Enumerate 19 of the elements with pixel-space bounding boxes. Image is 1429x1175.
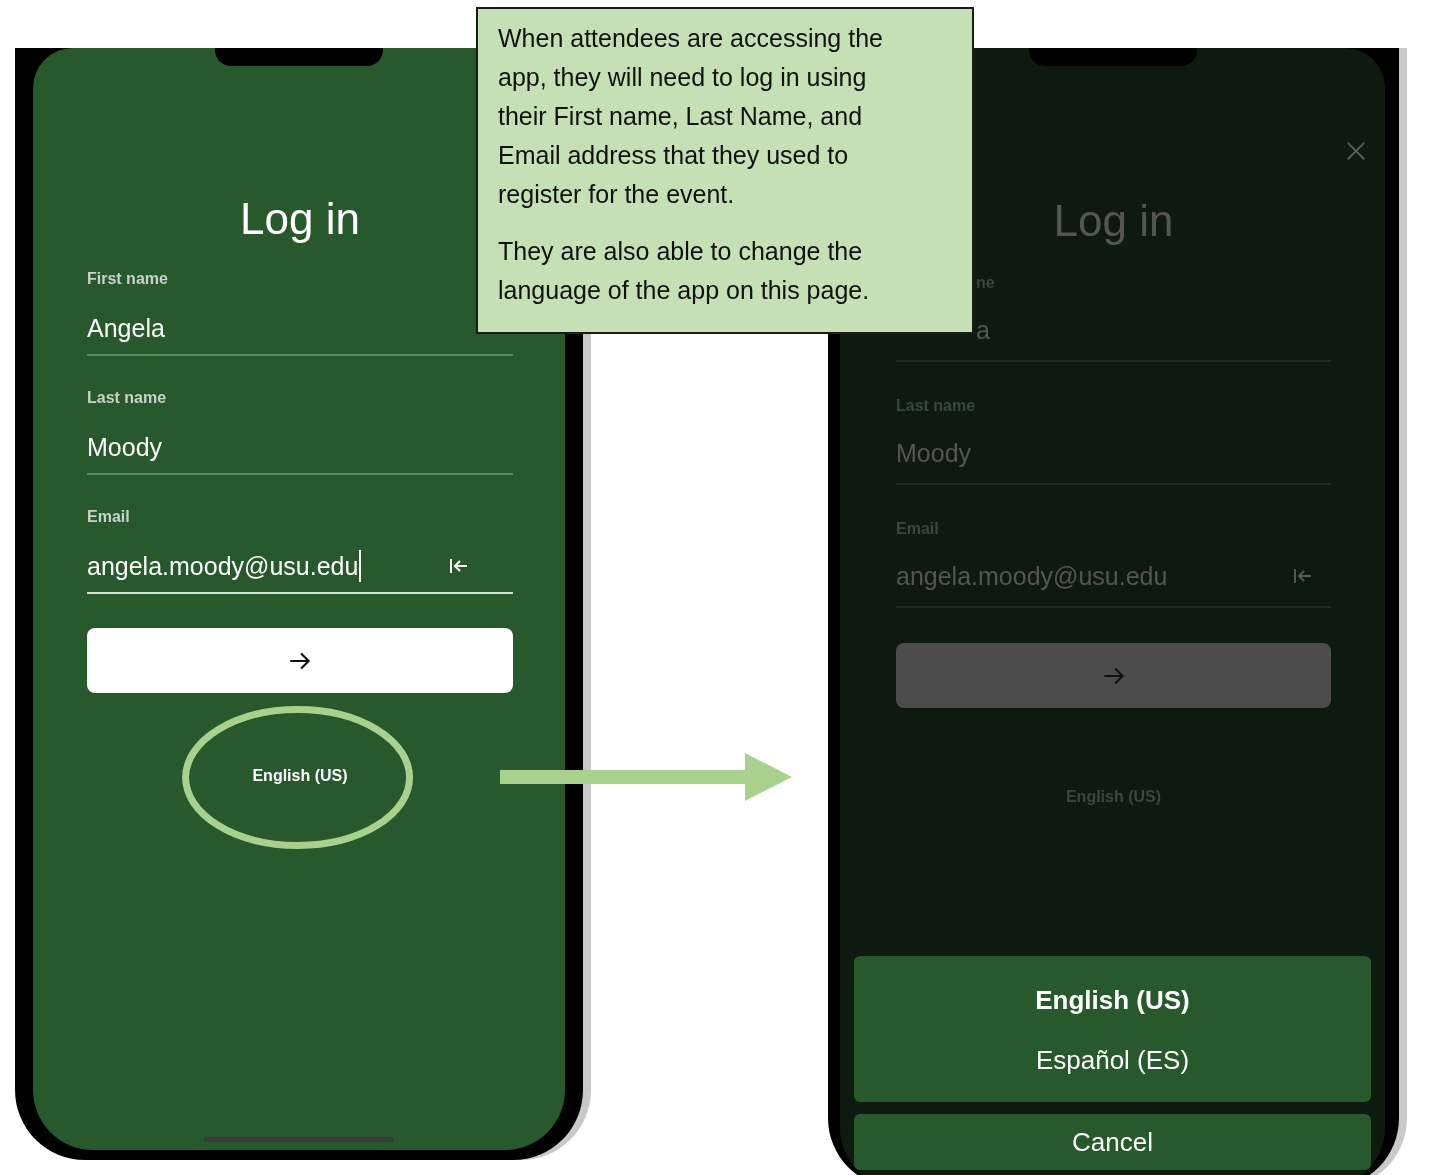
field-value: Moody (87, 432, 163, 462)
language-link[interactable]: English (US) (252, 767, 348, 785)
language-option[interactable]: English (US) (1035, 970, 1190, 1030)
cancel-button[interactable]: Cancel (854, 1114, 1371, 1170)
field-value: angela.moody@usu.edu (896, 561, 1168, 591)
field-label: Email (87, 507, 130, 527)
language-option[interactable]: Español (ES) (1035, 1030, 1190, 1090)
text-field[interactable]: Moody (87, 421, 513, 475)
text-field[interactable]: angela.moody@usu.edu (87, 540, 513, 594)
field-value: Moody (896, 438, 972, 468)
screen-title: Log in (1053, 196, 1174, 246)
field-value: angela.moody@usu.edu (87, 551, 359, 581)
field-label: Last name (87, 388, 167, 408)
field-label: First name (87, 269, 168, 289)
field-value: a (976, 315, 990, 345)
field-value: Angela (87, 313, 165, 343)
screen-title: Log in (240, 194, 360, 244)
callout-paragraph: When attendees are accessing the app, they will need to log in using their First name, Last Name, and Email address that they used to register for the event. (498, 23, 884, 210)
close-icon[interactable] (1345, 140, 1367, 162)
